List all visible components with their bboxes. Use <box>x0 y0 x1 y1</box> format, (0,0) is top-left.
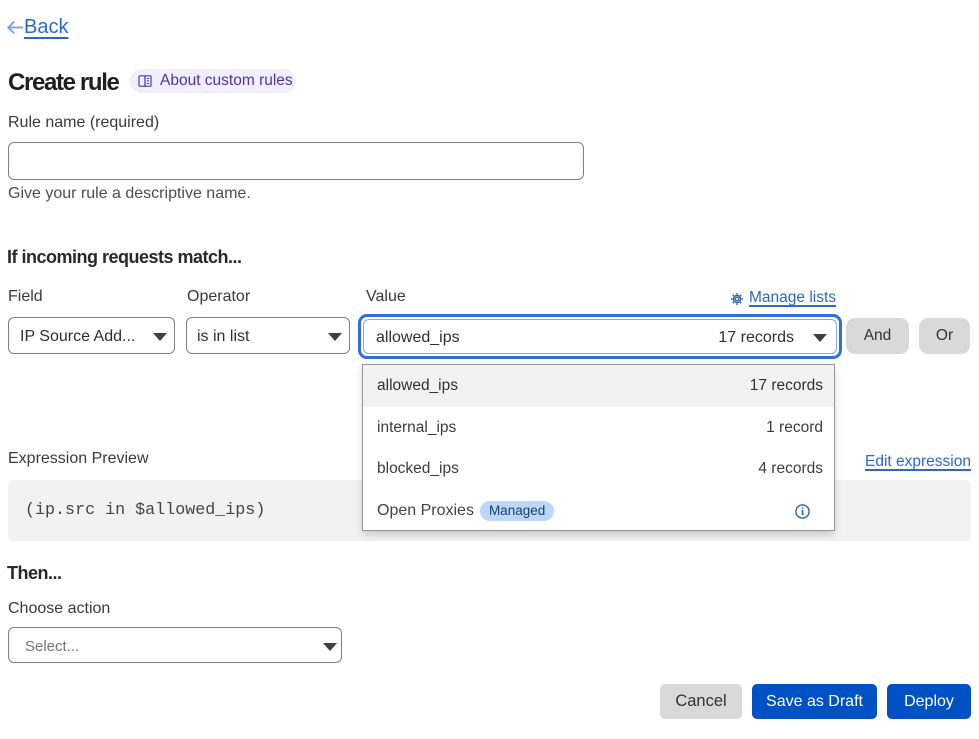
svg-text:i: i <box>801 506 804 518</box>
